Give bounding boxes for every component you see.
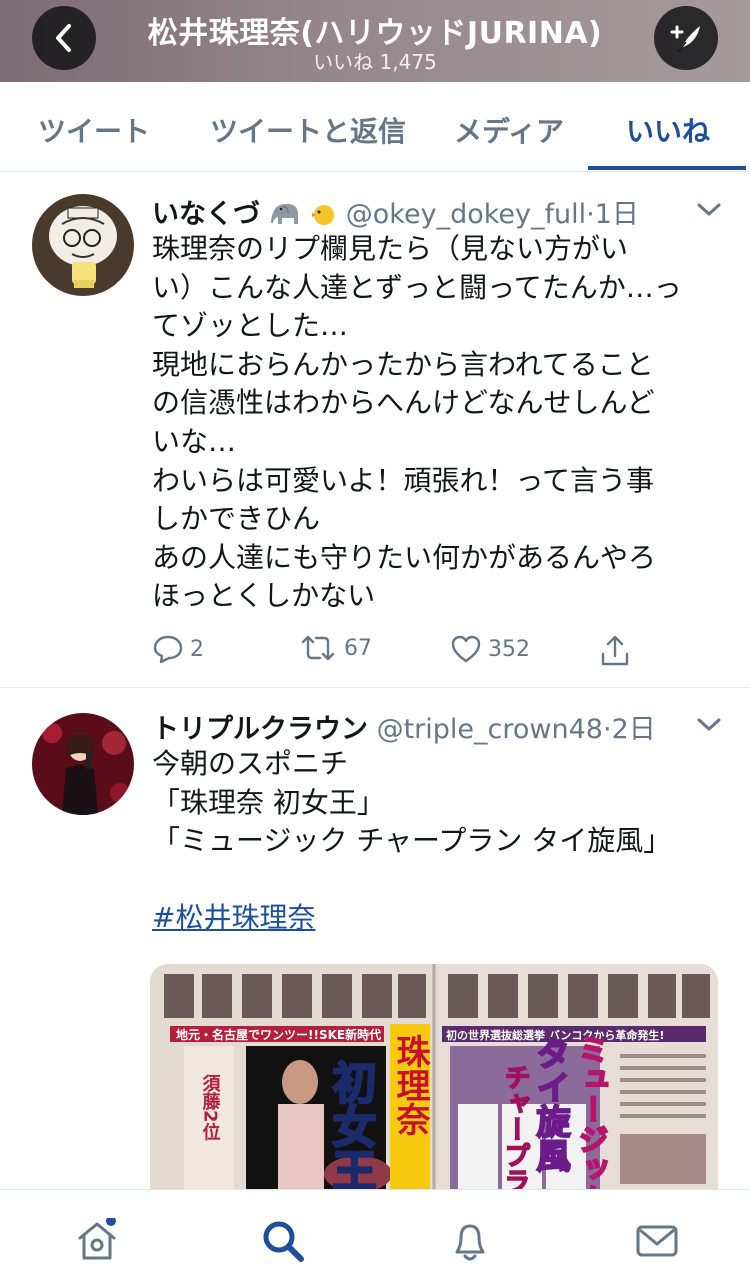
tweet-header: トリプルクラウン @triple_crown48·2日 bbox=[152, 714, 656, 745]
avatar-image bbox=[32, 713, 134, 815]
news-headline-left-2: 初女王 bbox=[325, 1060, 377, 1192]
news-sub-left: 須藤2位 bbox=[200, 1074, 221, 1142]
likes-count: いいね 1,475 bbox=[313, 50, 437, 74]
search-icon bbox=[263, 1221, 304, 1262]
tweet[interactable]: トリプルクラウン @triple_crown48·2日 今朝のスポニチ 「珠理奈… bbox=[0, 689, 750, 1194]
share-button[interactable] bbox=[598, 634, 638, 668]
news-headline-left-1: 珠理奈 bbox=[390, 1034, 431, 1136]
tweet-text-line: 「珠理奈 初女王」 bbox=[152, 785, 385, 819]
tweet-text-line: 珠理奈のリプ欄見たら（見ない方がい bbox=[152, 232, 629, 265]
retweet-icon bbox=[301, 635, 335, 661]
retweet-count: 67 bbox=[344, 635, 372, 661]
timestamp: 2日 bbox=[611, 714, 656, 745]
hashtag-link[interactable]: #松井珠理奈 bbox=[152, 901, 315, 934]
tweet-media-image[interactable]: 地元・名古屋でワンツー!!SKE新時代 須藤2位 初女王 珠理奈 初の世界選抜総… bbox=[150, 964, 718, 1194]
chevron-down-icon[interactable] bbox=[696, 717, 722, 733]
display-name[interactable]: いなくづ bbox=[152, 199, 260, 230]
nav-home[interactable] bbox=[74, 1216, 120, 1264]
bottom-navigation bbox=[0, 1189, 750, 1288]
nav-messages[interactable] bbox=[634, 1218, 680, 1264]
profile-tabs: ツイート ツイートと返信 メディア いいね bbox=[0, 82, 750, 172]
tweet-text-line: 現地におらんかったから言われてること bbox=[152, 347, 654, 381]
reply-icon bbox=[153, 635, 183, 664]
reply-button[interactable]: 2 bbox=[152, 634, 204, 664]
messages-envelope-icon bbox=[636, 1225, 678, 1257]
tweet-header: いなくづ @okey_dokey_full·1日 bbox=[152, 192, 639, 234]
tweet-text-line: わいらは可愛いよ！頑張れ！って言う事 bbox=[152, 463, 655, 497]
tweet[interactable]: いなくづ @okey_dokey_full·1日 珠理奈のリプ欄見たら（見ない方… bbox=[0, 172, 750, 688]
tab-likes[interactable]: いいね bbox=[626, 110, 710, 150]
tweet-text-line: しかできひん bbox=[152, 502, 321, 536]
nav-search[interactable] bbox=[260, 1218, 306, 1264]
avatar-image bbox=[32, 194, 134, 296]
reply-count: 2 bbox=[190, 636, 204, 662]
chevron-down-icon[interactable] bbox=[696, 202, 722, 218]
news-headline-right-1: ミュージック bbox=[573, 1034, 608, 1194]
timestamp: 1日 bbox=[594, 199, 639, 230]
notification-dot bbox=[106, 1216, 116, 1226]
tweet-actions: 2 67 352 bbox=[152, 634, 652, 670]
retweet-button[interactable]: 67 bbox=[298, 634, 372, 662]
news-banner-left: 地元・名古屋でワンツー!!SKE新時代 bbox=[176, 1027, 381, 1042]
tweet-text: 今朝のスポニチ 「珠理奈 初女王」 「ミュージック チャープラン タイ旋風」 #… bbox=[152, 745, 722, 938]
tweet-text-line: いな… bbox=[152, 424, 237, 458]
share-icon bbox=[601, 635, 629, 666]
tab-media[interactable]: メディア bbox=[454, 110, 564, 150]
tweet-text-line: い）こんな人達とずっと闘ってたんか…っ bbox=[152, 270, 682, 304]
tab-tweets-and-replies[interactable]: ツイートと返信 bbox=[210, 110, 406, 150]
tweet-text-line: の信憑性はわからへんけどなんせしんど bbox=[152, 386, 655, 420]
tweet-text-line: 「ミュージック チャープラン タイ旋風」 bbox=[152, 824, 672, 858]
nav-notifications[interactable] bbox=[447, 1218, 493, 1264]
notifications-bell-icon bbox=[455, 1224, 485, 1261]
feather-plus-icon bbox=[670, 25, 700, 53]
home-icon bbox=[78, 1216, 116, 1260]
newspaper-photo: 地元・名古屋でワンツー!!SKE新時代 須藤2位 初女王 珠理奈 初の世界選抜総… bbox=[150, 964, 718, 1194]
heart-icon bbox=[451, 635, 481, 663]
tweet-text: 珠理奈のリプ欄見たら（見ない方がい い）こんな人達とずっと闘ってたんか…っ てゾ… bbox=[152, 230, 722, 616]
active-tab-indicator bbox=[588, 166, 746, 170]
handle: @triple_crown48 bbox=[376, 714, 603, 745]
avatar[interactable] bbox=[32, 194, 134, 296]
tweet-text-line: あの人達にも守りたい何かがあるんやろ bbox=[152, 540, 657, 574]
tweet-text-line: ほっとくしかない bbox=[152, 579, 376, 613]
avatar[interactable] bbox=[32, 713, 134, 815]
news-headline-right-3: チャープラン bbox=[500, 1064, 530, 1194]
handle: @okey_dokey_full bbox=[345, 199, 587, 230]
tab-tweets[interactable]: ツイート bbox=[38, 110, 150, 150]
like-button[interactable]: 352 bbox=[450, 634, 530, 664]
compose-tweet-button[interactable] bbox=[654, 6, 718, 70]
tweet-text-line: てゾッとした… bbox=[152, 309, 349, 343]
display-name[interactable]: トリプルクラウン bbox=[152, 714, 368, 745]
profile-header: 松井珠理奈(ハリウッドJURINA) いいね 1,475 bbox=[0, 0, 750, 82]
like-count: 352 bbox=[488, 636, 530, 662]
news-headline-right-2: タイ旋風 bbox=[530, 1036, 570, 1172]
tweet-text-line: 今朝のスポニチ bbox=[152, 747, 349, 780]
